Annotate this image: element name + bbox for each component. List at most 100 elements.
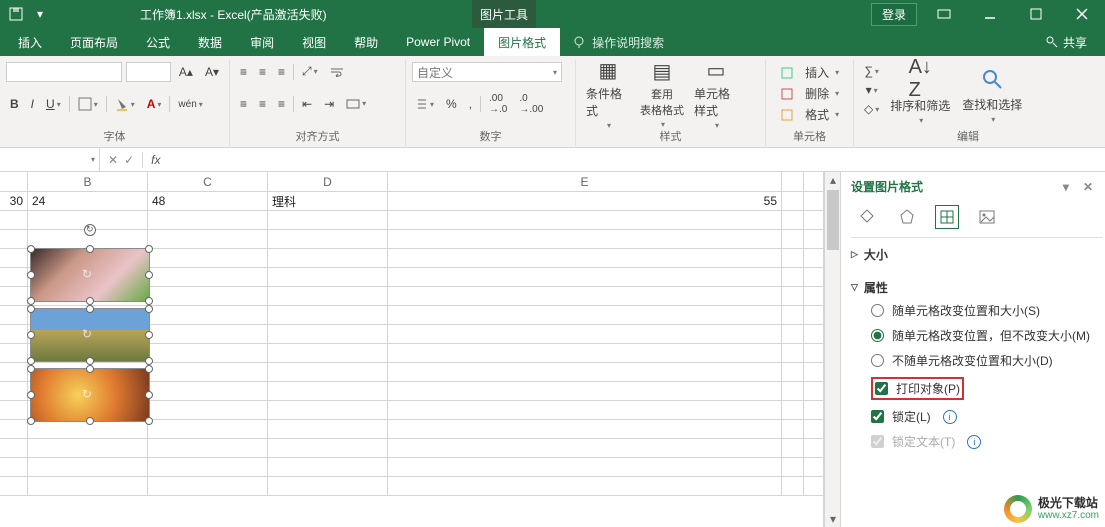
tab-picture-format[interactable]: 图片格式	[484, 28, 560, 56]
resize-handle[interactable]	[86, 365, 94, 373]
spreadsheet-grid[interactable]: B C D E 30 24 48 理科 55	[0, 172, 824, 527]
pane-tab-picture-icon[interactable]	[975, 205, 999, 229]
increase-indent-icon[interactable]: ⇥	[320, 95, 338, 113]
insert-cells-button[interactable]: 插入▾	[772, 62, 847, 83]
rotate-handle-icon[interactable]	[84, 224, 96, 236]
tab-data[interactable]: 数据	[184, 28, 236, 56]
selected-image-1[interactable]: ↻	[30, 248, 150, 302]
enter-edit-icon[interactable]: ✓	[124, 153, 134, 167]
col-head-e[interactable]: E	[388, 172, 782, 191]
phonetic-guide-button[interactable]: wén▾	[174, 97, 206, 112]
orientation-icon[interactable]: ⤢▾	[298, 62, 322, 81]
align-right-icon[interactable]: ≡	[274, 95, 289, 113]
login-button[interactable]: 登录	[871, 3, 917, 26]
close-button[interactable]	[1059, 0, 1105, 28]
scroll-thumb[interactable]	[827, 190, 839, 250]
resize-handle[interactable]	[27, 391, 35, 399]
resize-handle[interactable]	[86, 305, 94, 313]
tab-powerpivot[interactable]: Power Pivot	[392, 28, 484, 56]
resize-handle[interactable]	[27, 417, 35, 425]
cell[interactable]: 30	[0, 192, 28, 210]
tab-formulas[interactable]: 公式	[132, 28, 184, 56]
align-bottom-icon[interactable]: ≡	[274, 63, 289, 81]
resize-handle[interactable]	[145, 391, 153, 399]
resize-handle[interactable]	[27, 297, 35, 305]
pane-close-icon[interactable]: ✕	[1083, 180, 1093, 194]
border-button[interactable]: ▾	[74, 95, 102, 113]
pane-tab-effects-icon[interactable]	[895, 205, 919, 229]
scroll-up-icon[interactable]: ▴	[825, 172, 841, 188]
resize-handle[interactable]	[86, 245, 94, 253]
decrease-indent-icon[interactable]: ⇤	[298, 95, 316, 113]
selected-image-2[interactable]: ↻	[30, 308, 150, 362]
cell[interactable]: 55	[388, 192, 782, 210]
resize-handle[interactable]	[27, 271, 35, 279]
align-middle-icon[interactable]: ≡	[255, 63, 270, 81]
bold-button[interactable]: B	[6, 95, 23, 113]
section-size-header[interactable]: ▷大小	[851, 244, 1103, 265]
italic-button[interactable]: I	[27, 95, 38, 113]
resize-handle[interactable]	[145, 271, 153, 279]
percent-icon[interactable]: %	[442, 95, 461, 113]
align-left-icon[interactable]: ≡	[236, 95, 251, 113]
tab-review[interactable]: 审阅	[236, 28, 288, 56]
find-select-button[interactable]: 查找和选择▾	[957, 62, 1027, 126]
resize-handle[interactable]	[145, 305, 153, 313]
col-head-a[interactable]	[0, 172, 28, 191]
wrap-text-icon[interactable]	[326, 65, 348, 79]
tab-view[interactable]: 视图	[288, 28, 340, 56]
minimize-button[interactable]	[967, 0, 1013, 28]
cell[interactable]: 24	[28, 192, 148, 210]
opt-print-object[interactable]: 打印对象(P)	[851, 373, 1103, 404]
cell[interactable]	[782, 192, 804, 210]
save-icon[interactable]	[8, 6, 24, 22]
resize-handle[interactable]	[145, 331, 153, 339]
tab-help[interactable]: 帮助	[340, 28, 392, 56]
decrease-decimal-icon[interactable]: .0→.00	[515, 91, 547, 117]
col-head-f[interactable]	[782, 172, 804, 191]
ribbon-display-options-icon[interactable]	[921, 0, 967, 28]
increase-font-icon[interactable]: A▴	[175, 63, 197, 81]
autosum-icon[interactable]: ∑▾	[860, 62, 883, 80]
opt-move-size[interactable]: 随单元格改变位置和大小(S)	[851, 298, 1103, 323]
clear-icon[interactable]: ◇▾	[860, 100, 883, 118]
col-head-b[interactable]: B	[28, 172, 148, 191]
format-cells-button[interactable]: 格式▾	[772, 104, 847, 125]
resize-handle[interactable]	[145, 297, 153, 305]
accounting-format-icon[interactable]: ▾	[412, 96, 438, 112]
resize-handle[interactable]	[27, 365, 35, 373]
cell-styles-button[interactable]: ▭单元格样式▾	[690, 62, 742, 126]
resize-handle[interactable]	[27, 331, 35, 339]
col-head-c[interactable]: C	[148, 172, 268, 191]
font-color-button[interactable]: A▾	[143, 95, 166, 113]
opt-no-move[interactable]: 不随单元格改变位置和大小(D)	[851, 348, 1103, 373]
fill-color-button[interactable]: ▾	[111, 95, 139, 113]
align-top-icon[interactable]: ≡	[236, 63, 251, 81]
comma-icon[interactable]: ,	[465, 95, 476, 113]
resize-handle[interactable]	[86, 357, 94, 365]
qat-dropdown-icon[interactable]: ▾	[32, 6, 48, 22]
col-head-d[interactable]: D	[268, 172, 388, 191]
resize-handle[interactable]	[27, 245, 35, 253]
opt-move-nosize[interactable]: 随单元格改变位置，但不改变大小(M)	[851, 323, 1103, 348]
section-properties-header[interactable]: ▽属性	[851, 277, 1103, 298]
delete-cells-button[interactable]: 删除▾	[772, 83, 847, 104]
pane-tab-fill-icon[interactable]	[855, 205, 879, 229]
info-icon[interactable]: i	[943, 410, 957, 424]
number-format-combo[interactable]: 自定义▾	[412, 62, 562, 82]
increase-decimal-icon[interactable]: .00→.0	[485, 91, 511, 117]
selected-image-3[interactable]: ↻	[30, 368, 150, 422]
maximize-button[interactable]	[1013, 0, 1059, 28]
resize-handle[interactable]	[145, 245, 153, 253]
fx-button[interactable]: fx	[143, 153, 168, 167]
tell-me[interactable]: 操作说明搜索	[572, 28, 664, 56]
resize-handle[interactable]	[27, 305, 35, 313]
cell[interactable]: 48	[148, 192, 268, 210]
resize-handle[interactable]	[86, 417, 94, 425]
cancel-edit-icon[interactable]: ✕	[108, 153, 118, 167]
cell[interactable]: 理科	[268, 192, 388, 210]
vertical-scrollbar[interactable]: ▴ ▾	[824, 172, 840, 527]
name-box[interactable]: ▾	[0, 148, 100, 171]
share-button[interactable]: 共享	[1045, 28, 1105, 56]
resize-handle[interactable]	[145, 365, 153, 373]
